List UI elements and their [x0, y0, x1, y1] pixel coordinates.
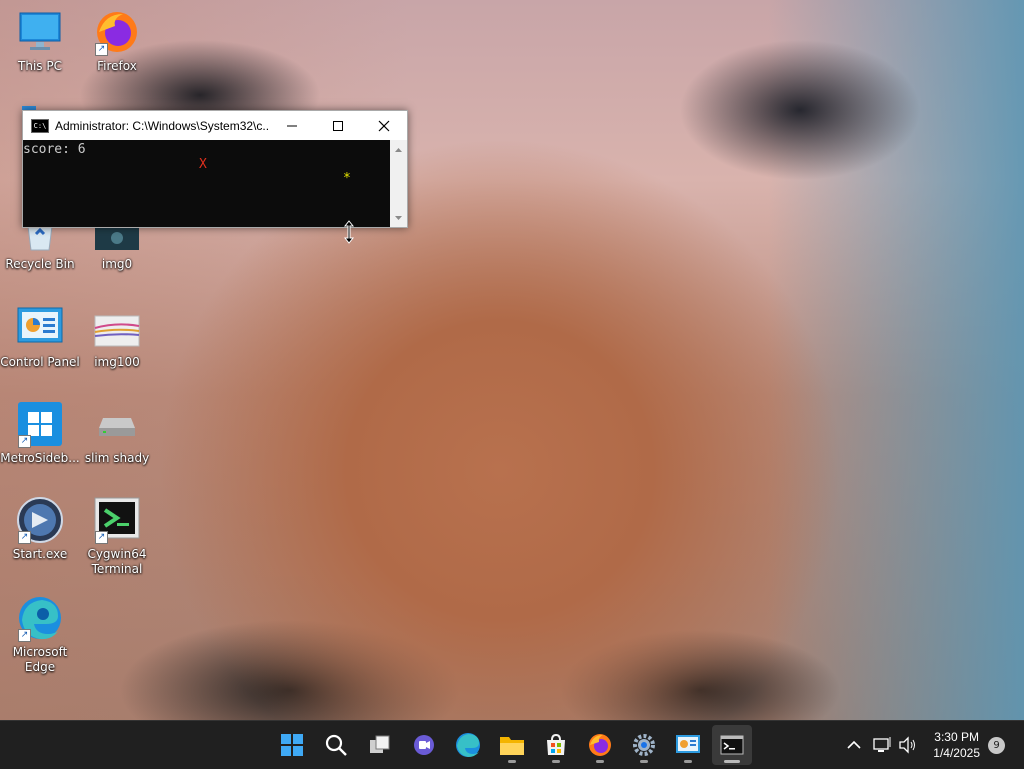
control-panel-icon: [676, 735, 700, 753]
taskbar-clock[interactable]: 3:30 PM 1/4/2025: [933, 729, 980, 761]
player-char: X: [199, 157, 207, 172]
desktop-icon-edge[interactable]: ↗ Microsoft Edge: [0, 594, 80, 675]
console-scrollbar[interactable]: [390, 140, 407, 227]
desktop-icon-control-panel[interactable]: Control Panel: [0, 304, 80, 370]
cmd-app-icon: C:\: [31, 118, 49, 133]
cmd-window[interactable]: C:\ Administrator: C:\Windows\System32\c…: [22, 110, 408, 228]
desktop-icon-img100[interactable]: img100: [77, 304, 157, 370]
start-button[interactable]: [272, 725, 312, 765]
score-line: score: 6: [23, 142, 86, 157]
shortcut-arrow-icon: ↗: [18, 629, 31, 642]
maximize-button[interactable]: [315, 111, 361, 140]
resize-cursor-icon: [343, 220, 355, 244]
desktop-icon-label: Recycle Bin: [5, 257, 75, 271]
cmd-titlebar[interactable]: C:\ Administrator: C:\Windows\System32\c…: [23, 111, 407, 140]
settings-icon: [633, 734, 655, 756]
task-view-icon: [370, 735, 390, 753]
desktop-icon-slim-shady[interactable]: slim shady: [77, 400, 157, 466]
search-icon: [325, 734, 347, 756]
windows-tiles-icon: ↗: [16, 400, 64, 448]
shortcut-arrow-icon: ↗: [95, 43, 108, 56]
taskbar-file-explorer-button[interactable]: [492, 725, 532, 765]
maximize-icon: [333, 120, 343, 131]
task-view-button[interactable]: [360, 725, 400, 765]
taskbar-firefox-button[interactable]: [580, 725, 620, 765]
clock-time: 3:30 PM: [934, 730, 979, 744]
desktop-icon-start-exe[interactable]: ↗ Start.exe: [0, 496, 80, 562]
taskbar: 3:30 PM 1/4/2025 9: [0, 720, 1024, 769]
terminal-icon: [720, 735, 744, 755]
taskbar-store-button[interactable]: [536, 725, 576, 765]
edge-icon: ↗: [16, 594, 64, 642]
minimize-button[interactable]: [269, 111, 315, 140]
network-button[interactable]: [868, 725, 896, 765]
desktop-icon-firefox[interactable]: ↗ Firefox: [77, 8, 157, 74]
food-char: *: [343, 171, 351, 186]
chat-button[interactable]: [404, 725, 444, 765]
active-indicator: [724, 760, 740, 763]
start-exe-icon: ↗: [16, 496, 64, 544]
network-icon: [873, 737, 891, 752]
desktop-icon-label: Start.exe: [12, 547, 68, 561]
firefox-icon: ↗: [93, 8, 141, 56]
chat-icon: [414, 735, 434, 755]
minimize-icon: [287, 125, 297, 126]
volume-button[interactable]: [894, 725, 922, 765]
store-icon: [547, 733, 565, 755]
speaker-icon: [899, 736, 915, 754]
running-indicator: [684, 760, 692, 763]
cmd-window-title: Administrator: C:\Windows\System32\c...: [55, 118, 269, 133]
search-button[interactable]: [316, 725, 356, 765]
control-panel-icon: [16, 304, 64, 352]
desktop-icon-label: Firefox: [97, 59, 137, 73]
close-icon: [378, 120, 390, 131]
start-icon: [281, 734, 303, 756]
running-indicator: [640, 760, 648, 763]
this-pc-icon: [16, 8, 64, 56]
chevron-up-icon: [847, 740, 861, 749]
drive-icon: [93, 400, 141, 448]
desktop-icon-label: MetroSideb...: [0, 451, 80, 465]
taskbar-settings-button[interactable]: [624, 725, 664, 765]
desktop-icon-label: Microsoft Edge: [12, 645, 68, 674]
close-button[interactable]: [361, 111, 407, 140]
cygwin-terminal-icon: ↗: [93, 496, 141, 544]
shortcut-arrow-icon: ↗: [95, 531, 108, 544]
shortcut-arrow-icon: ↗: [18, 435, 31, 448]
shortcut-arrow-icon: ↗: [18, 531, 31, 544]
image-file-icon: [93, 304, 141, 352]
notification-badge[interactable]: 9: [988, 737, 1005, 754]
firefox-icon: [589, 734, 611, 756]
desktop-icon-cygwin[interactable]: ↗ Cygwin64 Terminal: [77, 496, 157, 577]
desktop-icon-metrosidebar[interactable]: ↗ MetroSideb...: [0, 400, 80, 466]
file-explorer-icon: [500, 737, 524, 755]
desktop-icon-this-pc[interactable]: This PC: [0, 8, 80, 74]
running-indicator: [552, 760, 560, 763]
running-indicator: [596, 760, 604, 763]
desktop-icon-label: img0: [101, 257, 133, 271]
taskbar-edge-button[interactable]: [448, 725, 488, 765]
desktop-icon-label: slim shady: [84, 451, 150, 465]
show-hidden-icons-button[interactable]: [836, 725, 872, 765]
desktop-icon-label: Control Panel: [0, 355, 80, 369]
desktop-icon-label: This PC: [18, 59, 62, 73]
edge-icon: [456, 733, 480, 757]
console-output[interactable]: score: 6 X *: [23, 140, 389, 227]
scrollbar-arrows-icon: [395, 148, 402, 220]
taskbar-control-panel-button[interactable]: [668, 725, 708, 765]
desktop-icon-label: Cygwin64 Terminal: [87, 547, 147, 576]
desktop-icon-label: img100: [94, 355, 140, 369]
taskbar-terminal-button[interactable]: [712, 725, 752, 765]
clock-date: 1/4/2025: [933, 746, 980, 760]
running-indicator: [508, 760, 516, 763]
